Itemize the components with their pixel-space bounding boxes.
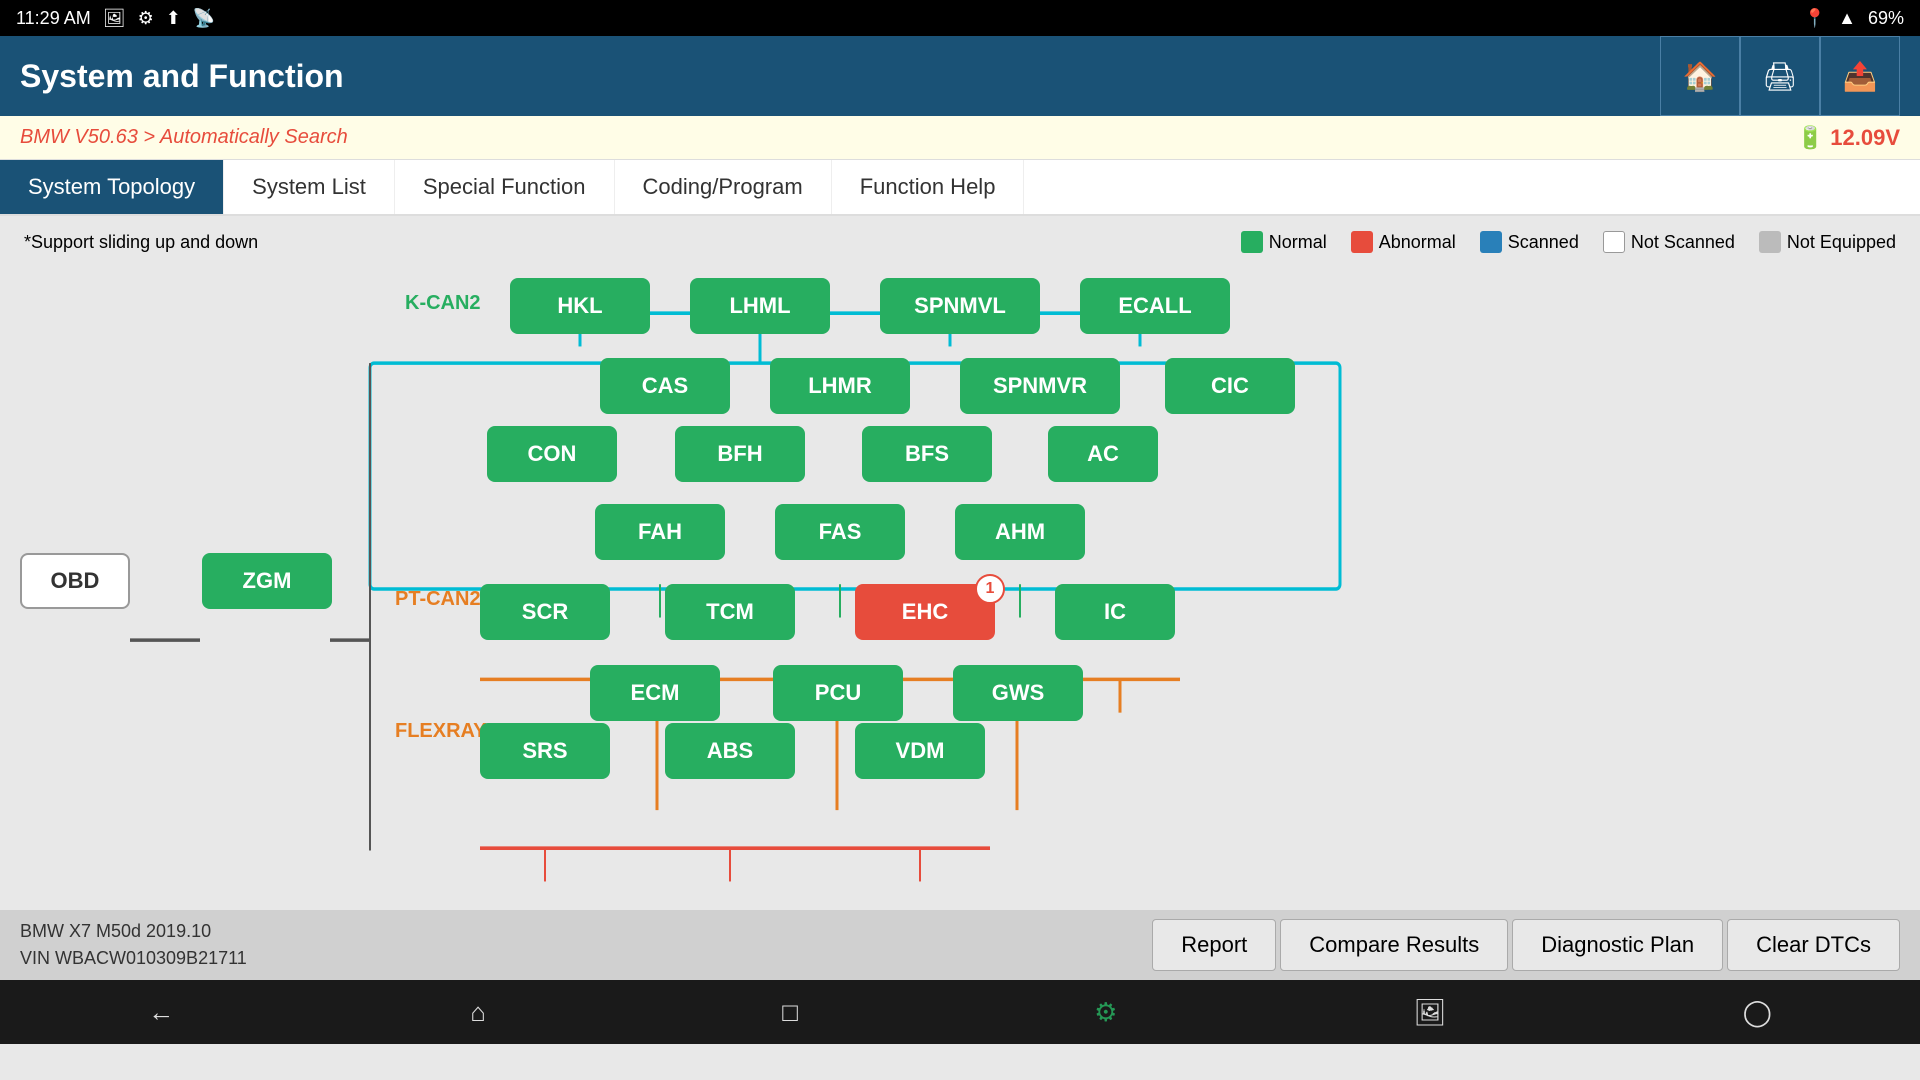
node-srs[interactable]: SRS — [480, 723, 610, 779]
upload-icon: ⬆ — [166, 8, 181, 29]
time-display: 11:29 AM — [16, 8, 91, 29]
node-fah[interactable]: FAH — [595, 504, 725, 560]
legend-items: Normal Abnormal Scanned Not Scanned Not … — [1241, 231, 1896, 253]
node-fas[interactable]: FAS — [775, 504, 905, 560]
legend-bar: *Support sliding up and down Normal Abno… — [0, 216, 1920, 268]
back-icon[interactable]: ← — [148, 997, 174, 1028]
node-pcu[interactable]: PCU — [773, 665, 903, 721]
node-zgm[interactable]: ZGM — [202, 553, 332, 609]
header-buttons: 🏠 🖨 📤 — [1660, 36, 1900, 116]
antenna-icon: 📡 — [193, 8, 215, 29]
legend-scanned: Scanned — [1480, 231, 1579, 253]
diagram-area: K-CAN2 PT-CAN2 FLEXRAY HKL LHML SPNMVL E… — [0, 268, 1920, 910]
node-ahm[interactable]: AHM — [955, 504, 1085, 560]
node-cic[interactable]: CIC — [1165, 358, 1295, 414]
clear-dtcs-button[interactable]: Clear DTCs — [1727, 919, 1900, 971]
node-lhmr[interactable]: LHMR — [770, 358, 910, 414]
recent-apps-icon[interactable]: □ — [782, 997, 798, 1028]
node-tcm[interactable]: TCM — [665, 584, 795, 640]
node-bfs[interactable]: BFS — [862, 426, 992, 482]
legend-normal: Normal — [1241, 231, 1327, 253]
tab-system-list[interactable]: System List — [224, 160, 395, 214]
kcan2-label: K-CAN2 — [405, 292, 481, 315]
abnormal-label: Abnormal — [1379, 232, 1456, 253]
tabs-bar: System Topology System List Special Func… — [0, 160, 1920, 216]
node-obd[interactable]: OBD — [20, 553, 130, 609]
node-gws[interactable]: GWS — [953, 665, 1083, 721]
tab-coding-program[interactable]: Coding/Program — [615, 160, 832, 214]
node-lhml[interactable]: LHML — [690, 278, 830, 334]
nav-bar: ← ⌂ □ ⚙ 🖼 ◯ — [0, 980, 1920, 1044]
legend-not-scanned: Not Scanned — [1603, 231, 1735, 253]
tab-function-help[interactable]: Function Help — [832, 160, 1025, 214]
legend-not-equipped: Not Equipped — [1759, 231, 1896, 253]
abnormal-dot — [1351, 231, 1373, 253]
vehicle-vin: VIN WBACW010309B21711 — [20, 945, 247, 972]
tab-special-function[interactable]: Special Function — [395, 160, 615, 214]
settings-icon: ⚙ — [138, 8, 154, 29]
legend-abnormal: Abnormal — [1351, 231, 1456, 253]
breadcrumb-bar: BMW V50.63 > Automatically Search 🔋 12.0… — [0, 116, 1920, 160]
node-abs[interactable]: ABS — [665, 723, 795, 779]
status-bar-right: 📍 ▲ 69% — [1804, 8, 1904, 29]
report-button[interactable]: Report — [1152, 919, 1276, 971]
node-con[interactable]: CON — [487, 426, 617, 482]
node-vdm[interactable]: VDM — [855, 723, 985, 779]
ehc-badge: 1 — [975, 574, 1005, 604]
exit-button[interactable]: 📤 — [1820, 36, 1900, 116]
header: System and Function 🏠 🖨 📤 — [0, 36, 1920, 116]
status-bar-left: 11:29 AM 🖼 ⚙ ⬆ 📡 — [16, 8, 215, 29]
home-nav-icon[interactable]: ⌂ — [470, 997, 486, 1028]
compare-results-button[interactable]: Compare Results — [1280, 919, 1508, 971]
not-equipped-dot — [1759, 231, 1781, 253]
not-scanned-label: Not Scanned — [1631, 232, 1735, 253]
not-scanned-dot — [1603, 231, 1625, 253]
home-button[interactable]: 🏠 — [1660, 36, 1740, 116]
location-icon: 📍 — [1804, 8, 1826, 29]
node-cas[interactable]: CAS — [600, 358, 730, 414]
battery-display: 69% — [1868, 8, 1904, 29]
vehicle-model: BMW X7 M50d 2019.10 — [20, 918, 247, 945]
gallery-icon[interactable]: 🖼 — [1414, 997, 1447, 1028]
node-bfh[interactable]: BFH — [675, 426, 805, 482]
status-bar: 11:29 AM 🖼 ⚙ ⬆ 📡 📍 ▲ 69% — [0, 0, 1920, 36]
node-scr[interactable]: SCR — [480, 584, 610, 640]
print-button[interactable]: 🖨 — [1740, 36, 1820, 116]
bottom-buttons: Report Compare Results Diagnostic Plan C… — [1152, 919, 1900, 971]
ptcan2-label: PT-CAN2 — [395, 588, 481, 611]
node-ic[interactable]: IC — [1055, 584, 1175, 640]
not-equipped-label: Not Equipped — [1787, 232, 1896, 253]
breadcrumb: BMW V50.63 > Automatically Search — [20, 126, 348, 149]
browser-icon[interactable]: ◯ — [1743, 997, 1772, 1028]
bottom-bar: BMW X7 M50d 2019.10 VIN WBACW010309B2171… — [0, 910, 1920, 980]
normal-dot — [1241, 231, 1263, 253]
node-spnmvl[interactable]: SPNMVL — [880, 278, 1040, 334]
wifi-icon: ▲ — [1838, 8, 1856, 29]
vehicle-info: BMW X7 M50d 2019.10 VIN WBACW010309B2171… — [20, 918, 247, 972]
voltage-display: 🔋 12.09V — [1797, 125, 1900, 151]
node-spnmvr[interactable]: SPNMVR — [960, 358, 1120, 414]
tab-system-topology[interactable]: System Topology — [0, 160, 224, 214]
voltage-value: 12.09V — [1830, 125, 1900, 151]
image-icon: 🖼 — [103, 8, 126, 29]
node-ehc[interactable]: EHC 1 — [855, 584, 995, 640]
node-ac[interactable]: AC — [1048, 426, 1158, 482]
node-hkl[interactable]: HKL — [510, 278, 650, 334]
normal-label: Normal — [1269, 232, 1327, 253]
battery-icon: 🔋 — [1797, 125, 1824, 151]
app-icon-1[interactable]: ⚙ — [1094, 997, 1117, 1028]
flexray-label: FLEXRAY — [395, 720, 487, 743]
diagnostic-plan-button[interactable]: Diagnostic Plan — [1512, 919, 1723, 971]
page-title: System and Function — [20, 58, 344, 95]
node-ecall[interactable]: ECALL — [1080, 278, 1230, 334]
support-text: *Support sliding up and down — [24, 232, 258, 253]
scanned-label: Scanned — [1508, 232, 1579, 253]
node-ecm[interactable]: ECM — [590, 665, 720, 721]
scanned-dot — [1480, 231, 1502, 253]
